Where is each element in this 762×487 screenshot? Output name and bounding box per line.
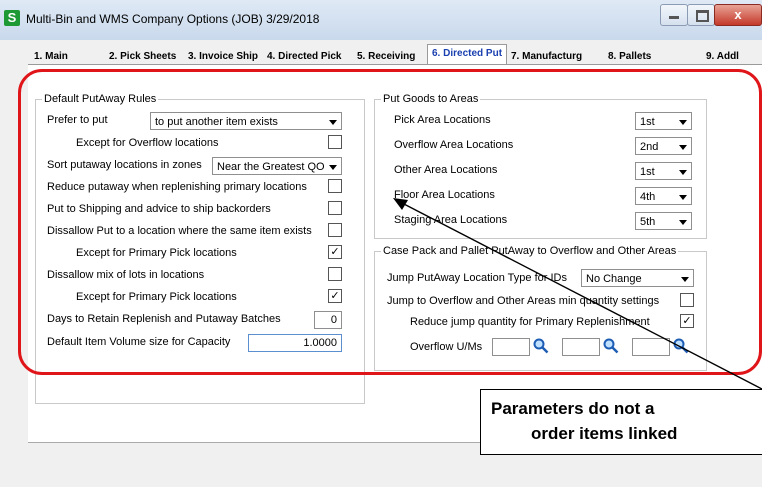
chevron-down-icon xyxy=(679,120,687,125)
minimize-icon xyxy=(669,16,679,19)
put-to-shipping-checkbox[interactable] xyxy=(328,201,342,215)
reduce-putaway-checkbox[interactable] xyxy=(328,179,342,193)
reduce-jump-checkbox[interactable]: ✓ xyxy=(680,314,694,328)
search-icon[interactable] xyxy=(532,337,550,355)
except-primary-pick-checkbox-2[interactable]: ✓ xyxy=(328,289,342,303)
tab-pick-sheets[interactable]: 2. Pick Sheets xyxy=(109,51,176,62)
pick-area-label: Pick Area Locations xyxy=(394,114,491,126)
prefer-to-put-select[interactable]: to put another item exists xyxy=(150,112,342,130)
chevron-down-icon xyxy=(679,220,687,225)
staging-area-value: 5th xyxy=(640,216,656,228)
except-primary-pick-checkbox-1[interactable]: ✓ xyxy=(328,245,342,259)
disallow-put-label: Dissallow Put to a location where the sa… xyxy=(47,225,312,237)
tab-directed-put[interactable]: 6. Directed Put xyxy=(427,44,508,65)
case-pack-title: Case Pack and Pallet PutAway to Overflow… xyxy=(381,245,679,257)
tab-main[interactable]: 1. Main xyxy=(34,51,68,62)
options-window: S Multi-Bin and WMS Company Options (JOB… xyxy=(0,0,762,487)
except-primary-pick-label-2: Except for Primary Pick locations xyxy=(76,291,237,303)
overflow-area-value: 2nd xyxy=(640,141,659,153)
tab-invoice-ship[interactable]: 3. Invoice Ship xyxy=(188,51,258,62)
overflow-uom-input-1[interactable] xyxy=(492,338,530,356)
tab-receiving[interactable]: 5. Receiving xyxy=(357,51,415,62)
disallow-put-checkbox[interactable] xyxy=(328,223,342,237)
tab-bar: 1. Main 2. Pick Sheets 3. Invoice Ship 4… xyxy=(28,40,762,65)
tab-panel: Default PutAway Rules Prefer to put to p… xyxy=(28,64,762,443)
pick-area-value: 1st xyxy=(640,116,655,128)
disallow-mix-checkbox[interactable] xyxy=(328,267,342,281)
case-pack-group: Case Pack and Pallet PutAway to Overflow… xyxy=(374,245,707,371)
floor-area-value: 4th xyxy=(640,191,656,203)
prefer-to-put-label: Prefer to put xyxy=(47,114,108,126)
close-button[interactable]: x xyxy=(714,4,762,26)
overflow-area-label: Overflow Area Locations xyxy=(394,139,514,151)
other-area-select[interactable]: 1st xyxy=(635,162,692,180)
chevron-down-icon xyxy=(681,277,689,282)
chevron-down-icon xyxy=(679,170,687,175)
tab-directed-pick[interactable]: 4. Directed Pick xyxy=(267,51,341,62)
volume-input[interactable]: 1.0000 xyxy=(248,334,342,352)
tab-manufacturing[interactable]: 7. Manufacturg xyxy=(511,51,582,62)
disallow-mix-label: Dissallow mix of lots in locations xyxy=(47,269,205,281)
jump-type-label: Jump PutAway Location Type for IDs xyxy=(387,272,567,284)
areas-title: Put Goods to Areas xyxy=(381,93,481,105)
jump-overflow-label: Jump to Overflow and Other Areas min qua… xyxy=(387,295,660,307)
volume-label: Default Item Volume size for Capacity xyxy=(47,336,231,348)
sort-zones-select[interactable]: Near the Greatest QO xyxy=(212,157,342,175)
staging-area-label: Staging Area Locations xyxy=(394,214,508,226)
jump-type-select[interactable]: No Change xyxy=(581,269,694,287)
pick-area-select[interactable]: 1st xyxy=(635,112,692,130)
maximize-button[interactable] xyxy=(687,4,715,26)
put-to-shipping-label: Put to Shipping and advice to ship backo… xyxy=(47,203,271,215)
sort-zones-value: Near the Greatest QO xyxy=(217,161,325,173)
overflow-area-select[interactable]: 2nd xyxy=(635,137,692,155)
overflow-uom-label: Overflow U/Ms xyxy=(410,341,483,353)
except-overflow-label: Except for Overflow locations xyxy=(76,137,219,149)
except-primary-pick-label-1: Except for Primary Pick locations xyxy=(76,247,237,259)
prefer-to-put-value: to put another item exists xyxy=(155,116,278,128)
reduce-putaway-label: Reduce putaway when replenishing primary… xyxy=(47,181,307,193)
chevron-down-icon xyxy=(329,165,337,170)
except-overflow-checkbox[interactable] xyxy=(328,135,342,149)
callout-line-2: order items linked xyxy=(531,424,678,443)
putaway-rules-group: Default PutAway Rules Prefer to put to p… xyxy=(35,93,365,404)
search-icon[interactable] xyxy=(672,337,690,355)
chevron-down-icon xyxy=(329,120,337,125)
minimize-button[interactable] xyxy=(660,4,688,26)
chevron-down-icon xyxy=(679,195,687,200)
overflow-uom-input-3[interactable] xyxy=(632,338,670,356)
close-icon: x xyxy=(734,7,742,22)
reduce-jump-label: Reduce jump quantity for Primary Repleni… xyxy=(410,316,650,328)
other-area-label: Other Area Locations xyxy=(394,164,498,176)
title-bar: S Multi-Bin and WMS Company Options (JOB… xyxy=(0,0,762,40)
jump-overflow-checkbox[interactable] xyxy=(680,293,694,307)
app-icon: S xyxy=(4,10,20,26)
overflow-uom-input-2[interactable] xyxy=(562,338,600,356)
putaway-rules-title: Default PutAway Rules xyxy=(42,93,159,105)
chevron-down-icon xyxy=(679,145,687,150)
areas-group: Put Goods to Areas Pick Area Locations 1… xyxy=(374,93,707,239)
callout-line-1: Parameters do not a xyxy=(491,399,655,418)
floor-area-label: Floor Area Locations xyxy=(394,189,495,201)
window-title: Multi-Bin and WMS Company Options (JOB) … xyxy=(26,12,320,26)
other-area-value: 1st xyxy=(640,166,655,178)
tab-pallets[interactable]: 8. Pallets xyxy=(608,51,651,62)
callout-box: Parameters do not a order items linked xyxy=(480,389,762,455)
floor-area-select[interactable]: 4th xyxy=(635,187,692,205)
sort-zones-label: Sort putaway locations in zones xyxy=(47,159,202,171)
jump-type-value: No Change xyxy=(586,273,642,285)
tab-additional[interactable]: 9. Addl xyxy=(706,51,739,62)
days-retain-input[interactable]: 0 xyxy=(314,311,342,329)
search-icon[interactable] xyxy=(602,337,620,355)
maximize-icon xyxy=(696,10,709,22)
staging-area-select[interactable]: 5th xyxy=(635,212,692,230)
days-retain-label: Days to Retain Replenish and Putaway Bat… xyxy=(47,313,281,325)
